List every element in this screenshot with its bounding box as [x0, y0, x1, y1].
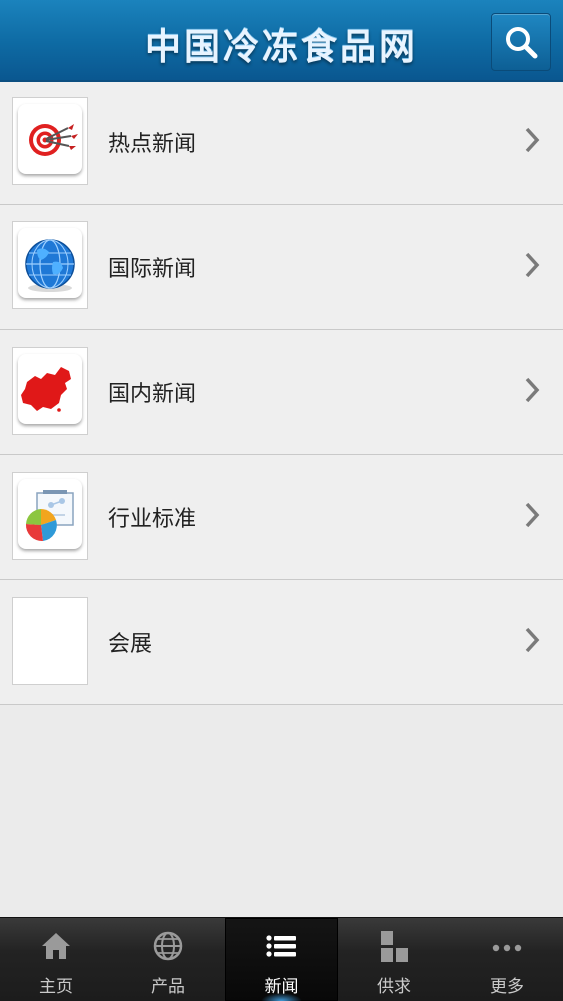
- bottom-tab-bar: 主页 产品 新闻 供求 更多: [0, 917, 563, 1001]
- tab-label: 产品: [151, 977, 185, 997]
- list-item-exhibitions[interactable]: 会展: [0, 580, 563, 705]
- tab-label: 主页: [39, 977, 73, 997]
- list-icon: [266, 935, 296, 957]
- app-header: 中国冷冻食品网: [0, 0, 563, 82]
- list-item-label: 会展: [108, 632, 153, 657]
- more-dots-icon: [492, 944, 522, 952]
- chevron-right-icon: [525, 127, 540, 153]
- list-item-industry-standards[interactable]: 行业标准: [0, 455, 563, 580]
- globe-outline-icon: [153, 931, 183, 961]
- chevron-right-icon: [525, 502, 540, 528]
- chevron-right-icon: [525, 377, 540, 403]
- thumbnail: [12, 97, 88, 185]
- tab-label: 新闻: [264, 977, 299, 997]
- list-item-hot-news[interactable]: 热点新闻: [0, 82, 563, 205]
- tab-news[interactable]: 新闻: [225, 918, 338, 1001]
- search-button[interactable]: [491, 13, 551, 71]
- china-map-icon: [21, 367, 71, 412]
- news-category-list: 热点新闻 国际新闻 国内新闻 行业标准 会展: [0, 82, 563, 705]
- tab-more[interactable]: 更多: [451, 918, 563, 1001]
- pie-chart-board-icon: [25, 490, 74, 542]
- chevron-right-icon: [525, 252, 540, 278]
- search-icon: [506, 27, 538, 59]
- list-item-label: 热点新闻: [108, 132, 197, 157]
- list-item-label: 国内新闻: [108, 382, 197, 407]
- globe-icon: [25, 239, 75, 292]
- thumbnail: [12, 347, 88, 435]
- app-title: 中国冷冻食品网: [144, 27, 418, 68]
- tab-label: 供求: [377, 977, 411, 997]
- chevron-right-icon: [525, 627, 540, 653]
- tab-supply-demand[interactable]: 供求: [338, 918, 450, 1001]
- thumbnail: [12, 472, 88, 560]
- thumbnail: [12, 221, 88, 309]
- list-item-label: 行业标准: [108, 507, 197, 532]
- list-item-label: 国际新闻: [108, 257, 197, 282]
- target-icon: [29, 124, 78, 156]
- tab-products[interactable]: 产品: [112, 918, 224, 1001]
- list-item-international-news[interactable]: 国际新闻: [0, 205, 563, 330]
- blank-thumbnail: [12, 597, 88, 685]
- tab-home[interactable]: 主页: [0, 918, 112, 1001]
- home-icon: [42, 933, 70, 959]
- blocks-icon: [381, 931, 408, 962]
- tab-label: 更多: [490, 977, 524, 997]
- list-item-domestic-news[interactable]: 国内新闻: [0, 330, 563, 455]
